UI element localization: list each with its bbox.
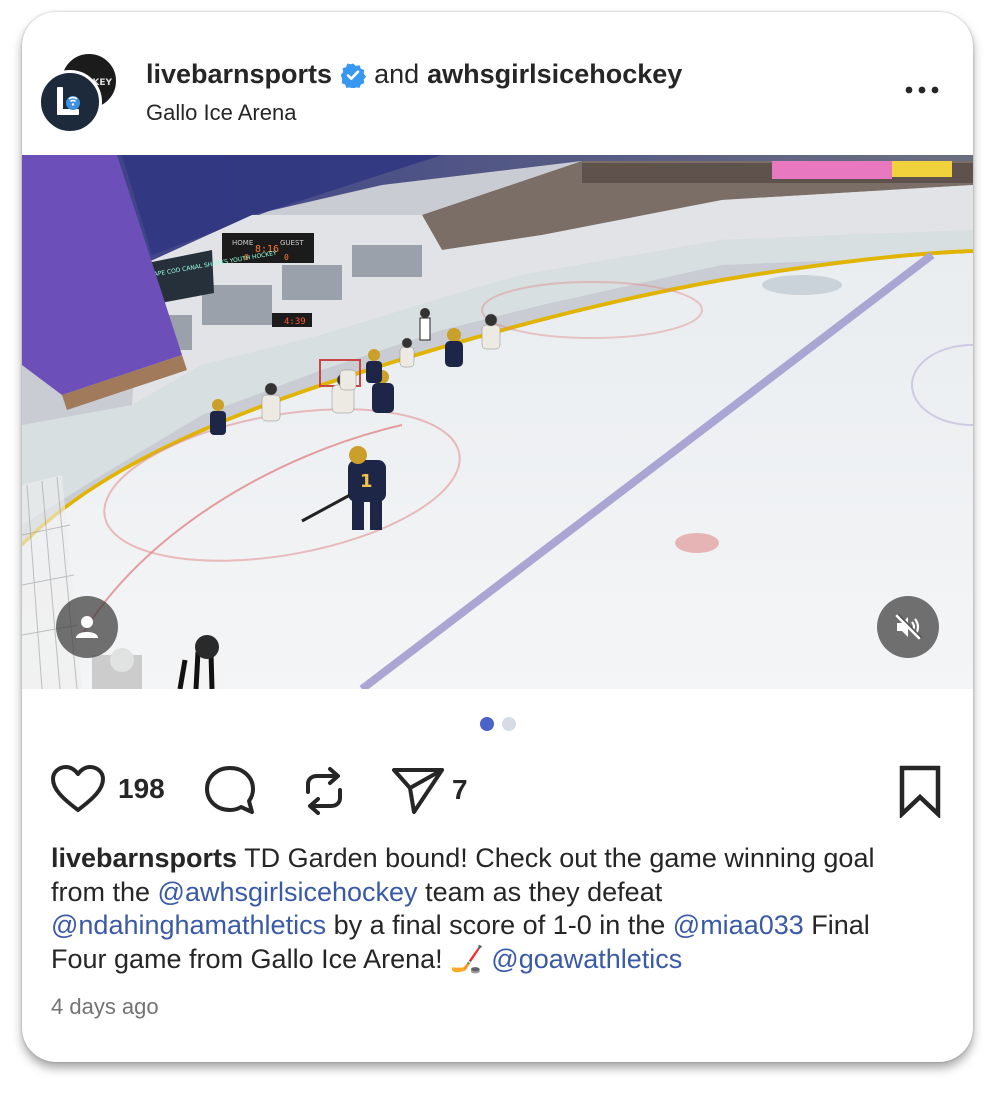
comment-button[interactable] xyxy=(202,764,258,816)
carousel-dot-1[interactable] xyxy=(479,717,494,731)
mention-awhsgirlsicehockey[interactable]: @awhsgirlsicehockey xyxy=(158,877,418,907)
post-caption: livebarnsports TD Garden bound! Check ou… xyxy=(51,842,931,976)
scoreboard-home-label: HOME xyxy=(232,239,253,247)
mention-miaa033[interactable]: @miaa033 xyxy=(673,910,804,940)
person-icon xyxy=(76,616,98,638)
scoreboard-guest-label: GUEST xyxy=(280,239,304,247)
hockey-rink-video-frame: HOME 8:16 0 0 GUEST 4:39 CAPE COD CANAL … xyxy=(22,155,973,689)
caption-username[interactable]: livebarnsports xyxy=(51,843,237,873)
share-button[interactable]: 7 xyxy=(390,764,468,816)
caption-text-3: by a final score of 1-0 in the xyxy=(326,910,673,940)
tagged-users-button[interactable] xyxy=(56,596,118,658)
more-dots-icon xyxy=(905,86,939,94)
author-avatars[interactable]: KEY xyxy=(38,52,118,134)
author-avatar[interactable] xyxy=(38,70,102,134)
like-count: 198 xyxy=(118,773,165,804)
and-text: and xyxy=(374,59,420,89)
scoreboard-guest-score: 0 xyxy=(284,253,289,262)
post-location[interactable]: Gallo Ice Arena xyxy=(146,100,296,126)
bookmark-icon xyxy=(899,765,941,818)
share-count: 7 xyxy=(452,774,468,805)
author-username[interactable]: livebarnsports xyxy=(146,59,332,90)
post-header-title: livebarnsports and awhsgirlsicehockey xyxy=(146,59,682,90)
muted-speaker-icon xyxy=(895,614,922,640)
save-button[interactable] xyxy=(897,764,943,818)
mention-ndahinghamathletics[interactable]: @ndahinghamathletics xyxy=(51,910,326,940)
mention-goawathletics[interactable]: @goawathletics xyxy=(491,944,682,974)
carousel-indicator xyxy=(22,717,973,731)
post-actions-bar: 198 7 xyxy=(50,764,945,818)
comment-bubble-icon xyxy=(205,766,255,814)
more-options-button[interactable] xyxy=(901,80,943,100)
mute-toggle-button[interactable] xyxy=(877,596,939,658)
post-media-video[interactable]: HOME 8:16 0 0 GUEST 4:39 CAPE COD CANAL … xyxy=(22,155,973,689)
post-card: KEY livebarnsports and awhsgirlsicehocke… xyxy=(22,12,973,1062)
post-timestamp: 4 days ago xyxy=(51,994,159,1019)
coauthor-username[interactable]: awhsgirlsicehockey xyxy=(427,59,682,90)
verified-badge-icon xyxy=(340,62,367,90)
like-button[interactable]: 198 xyxy=(50,764,165,814)
small-clock: 4:39 xyxy=(284,317,306,327)
player-number: 1 xyxy=(360,471,373,492)
heart-icon xyxy=(51,765,105,812)
repost-arrows-icon xyxy=(306,767,342,815)
repost-button[interactable] xyxy=(298,764,350,818)
carousel-dot-2[interactable] xyxy=(501,717,516,731)
caption-text-2: team as they defeat xyxy=(417,876,663,907)
paper-plane-icon xyxy=(392,768,444,814)
livebarn-logo-icon xyxy=(57,87,80,115)
